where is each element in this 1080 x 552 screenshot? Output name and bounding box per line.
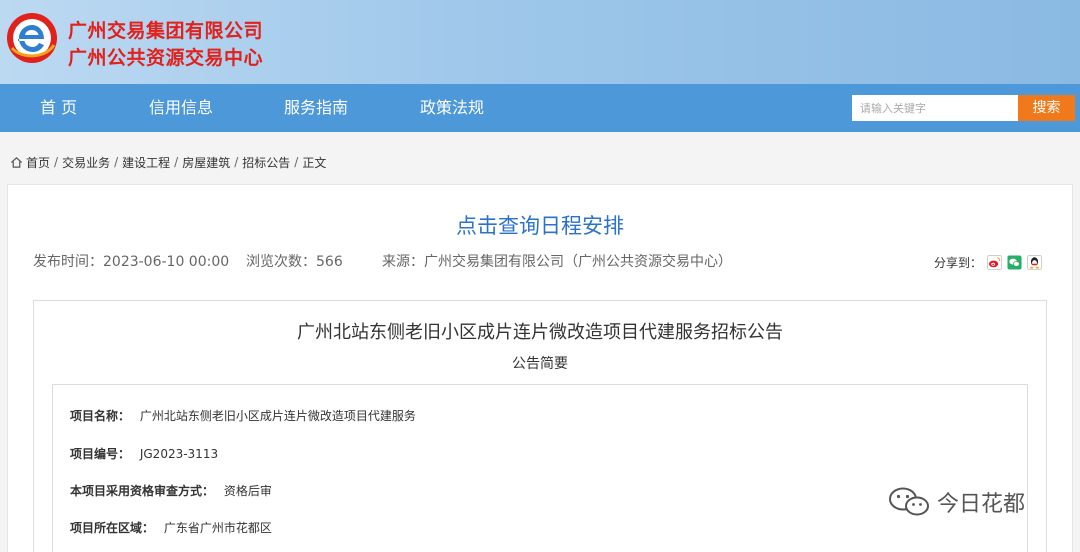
field-project-region: 项目所在区域： 广东省广州市花都区: [70, 519, 272, 536]
breadcrumb-separator: /: [114, 155, 119, 169]
search-input[interactable]: [852, 95, 1018, 121]
field-label: 项目编号：: [70, 447, 131, 461]
breadcrumb: 首页 / 交易业务 / 建设工程 / 房屋建筑 / 招标公告 / 正文: [10, 153, 326, 171]
schedule-link[interactable]: 点击查询日程安排: [0, 210, 1080, 240]
field-value: 广州北站东侧老旧小区成片连片微改造项目代建服务: [139, 409, 416, 423]
wechat-icon: [889, 487, 929, 516]
watermark: 今日花都: [887, 485, 1025, 519]
field-review-method: 本项目采用资格审查方式： 资格后审: [70, 482, 272, 499]
field-label: 项目所在区域：: [70, 521, 155, 535]
org-name-secondary: 广州公共资源交易中心: [68, 47, 264, 69]
breadcrumb-separator: /: [294, 155, 299, 169]
field-project-name: 项目名称： 广州北站东侧老旧小区成片连片微改造项目代建服务: [70, 407, 416, 424]
wechat-icon[interactable]: [1007, 255, 1022, 270]
field-value: 广东省广州市花都区: [163, 521, 272, 535]
weibo-icon[interactable]: [987, 255, 1003, 270]
publish-time: 发布时间：2023-06-10 00:00: [33, 254, 230, 270]
field-label: 本项目采用资格审查方式：: [70, 484, 215, 498]
qq-icon[interactable]: [1027, 255, 1043, 270]
field-label: 项目名称：: [70, 409, 131, 423]
share-label: 分享到：: [934, 256, 983, 270]
breadcrumb-trading[interactable]: 交易业务: [62, 154, 110, 171]
nav-item-service-guide[interactable]: 服务指南: [284, 84, 348, 132]
site-header: 广州交易集团有限公司 广州公共资源交易中心: [0, 0, 1080, 84]
breadcrumb-building[interactable]: 房屋建筑: [182, 154, 230, 171]
field-value: 资格后审: [223, 484, 272, 498]
nav-item-policies[interactable]: 政策法规: [420, 84, 484, 132]
nav-item-home[interactable]: 首 页: [40, 84, 77, 132]
org-name-primary: 广州交易集团有限公司: [68, 20, 264, 42]
breadcrumb-construction[interactable]: 建设工程: [122, 154, 170, 171]
breadcrumb-separator: /: [54, 155, 59, 169]
notice-subtitle: 公告简要: [512, 356, 568, 372]
search-button[interactable]: 搜索: [1018, 95, 1075, 121]
breadcrumb-tender-notice[interactable]: 招标公告: [242, 154, 290, 171]
home-icon: [10, 156, 23, 168]
e-logo-icon[interactable]: [6, 12, 58, 64]
breadcrumb-separator: /: [234, 155, 239, 169]
view-count: 浏览次数：566: [246, 254, 343, 270]
notice-title: 广州北站东侧老旧小区成片连片微改造项目代建服务招标公告: [297, 322, 783, 343]
nav-item-credit-info[interactable]: 信用信息: [149, 84, 213, 132]
breadcrumb-separator: /: [174, 155, 179, 169]
watermark-text: 今日花都: [937, 492, 1026, 517]
field-value: JG2023-3113: [139, 447, 219, 461]
share-bar: 分享到：: [934, 254, 1043, 271]
field-project-number: 项目编号： JG2023-3113: [70, 445, 218, 462]
breadcrumb-home[interactable]: 首页: [26, 154, 50, 171]
breadcrumb-current: 正文: [302, 155, 327, 170]
source: 来源：广州交易集团有限公司（广州公共资源交易中心）: [382, 254, 732, 270]
